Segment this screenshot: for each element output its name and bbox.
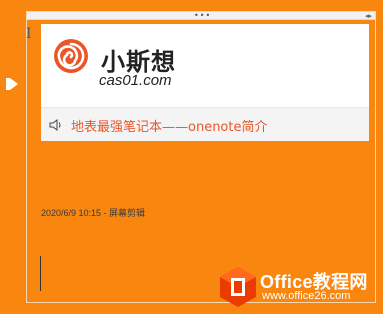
web-clip-image: 小斯想 cas01.com 地表最强笔记本——onenote简介	[41, 24, 369, 141]
resize-arrows-icon[interactable]: ◂▸	[365, 12, 372, 20]
watermark-url: www.office26.com	[262, 290, 351, 302]
clip-title-strip: 地表最强笔记本——onenote简介	[41, 107, 369, 141]
clip-timestamp-source: 2020/6/9 10:15 - 屏幕剪辑	[41, 208, 146, 218]
spiral-logo-icon	[54, 39, 88, 73]
logo: 小斯想 cas01.com	[53, 38, 193, 89]
text-cursor-icon: I	[26, 26, 32, 42]
watermark: Office教程网 www.office26.com	[218, 266, 378, 308]
speaker-icon[interactable]	[49, 118, 63, 132]
grip-dots-icon[interactable]: •••	[194, 12, 211, 20]
text-caret	[40, 256, 41, 291]
office-logo-icon	[220, 267, 256, 307]
clip-title-link[interactable]: 地表最强笔记本——onenote简介	[71, 116, 267, 135]
container-handle-bar[interactable]: ••• ◂▸	[27, 12, 375, 20]
paragraph-handle[interactable]	[6, 78, 18, 90]
brand-domain: cas01.com	[99, 72, 172, 89]
